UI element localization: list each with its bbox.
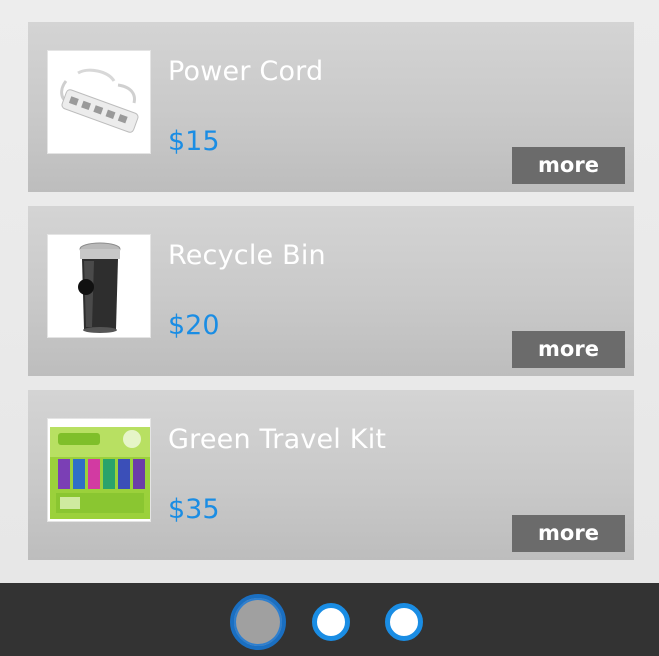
trash-can-image xyxy=(48,235,150,337)
pagination-bar xyxy=(0,583,659,656)
product-price: $15 xyxy=(168,126,220,157)
product-price: $35 xyxy=(168,494,220,525)
power-strip-image xyxy=(48,51,150,153)
more-button[interactable]: more xyxy=(512,147,625,184)
product-image-recycle-bin xyxy=(47,234,151,338)
product-title: Power Cord xyxy=(168,56,324,87)
page-dot-2[interactable] xyxy=(312,603,350,641)
page-dot-3[interactable] xyxy=(385,603,423,641)
more-button[interactable]: more xyxy=(512,515,625,552)
product-title: Recycle Bin xyxy=(168,240,326,271)
page-dot-1-active[interactable] xyxy=(230,594,286,650)
product-card-recycle-bin[interactable]: Recycle Bin $20 more xyxy=(28,206,634,376)
product-price: $20 xyxy=(168,310,220,341)
more-button[interactable]: more xyxy=(512,331,625,368)
travel-kit-box-image xyxy=(48,419,150,521)
product-image-power-cord xyxy=(47,50,151,154)
product-image-green-travel-kit xyxy=(47,418,151,522)
product-card-power-cord[interactable]: Power Cord $15 more xyxy=(28,22,634,192)
product-title: Green Travel Kit xyxy=(168,424,387,455)
product-card-green-travel-kit[interactable]: Green Travel Kit $35 more xyxy=(28,390,634,560)
product-list-page: Power Cord $15 more Recycle Bin $20 more xyxy=(0,0,659,656)
